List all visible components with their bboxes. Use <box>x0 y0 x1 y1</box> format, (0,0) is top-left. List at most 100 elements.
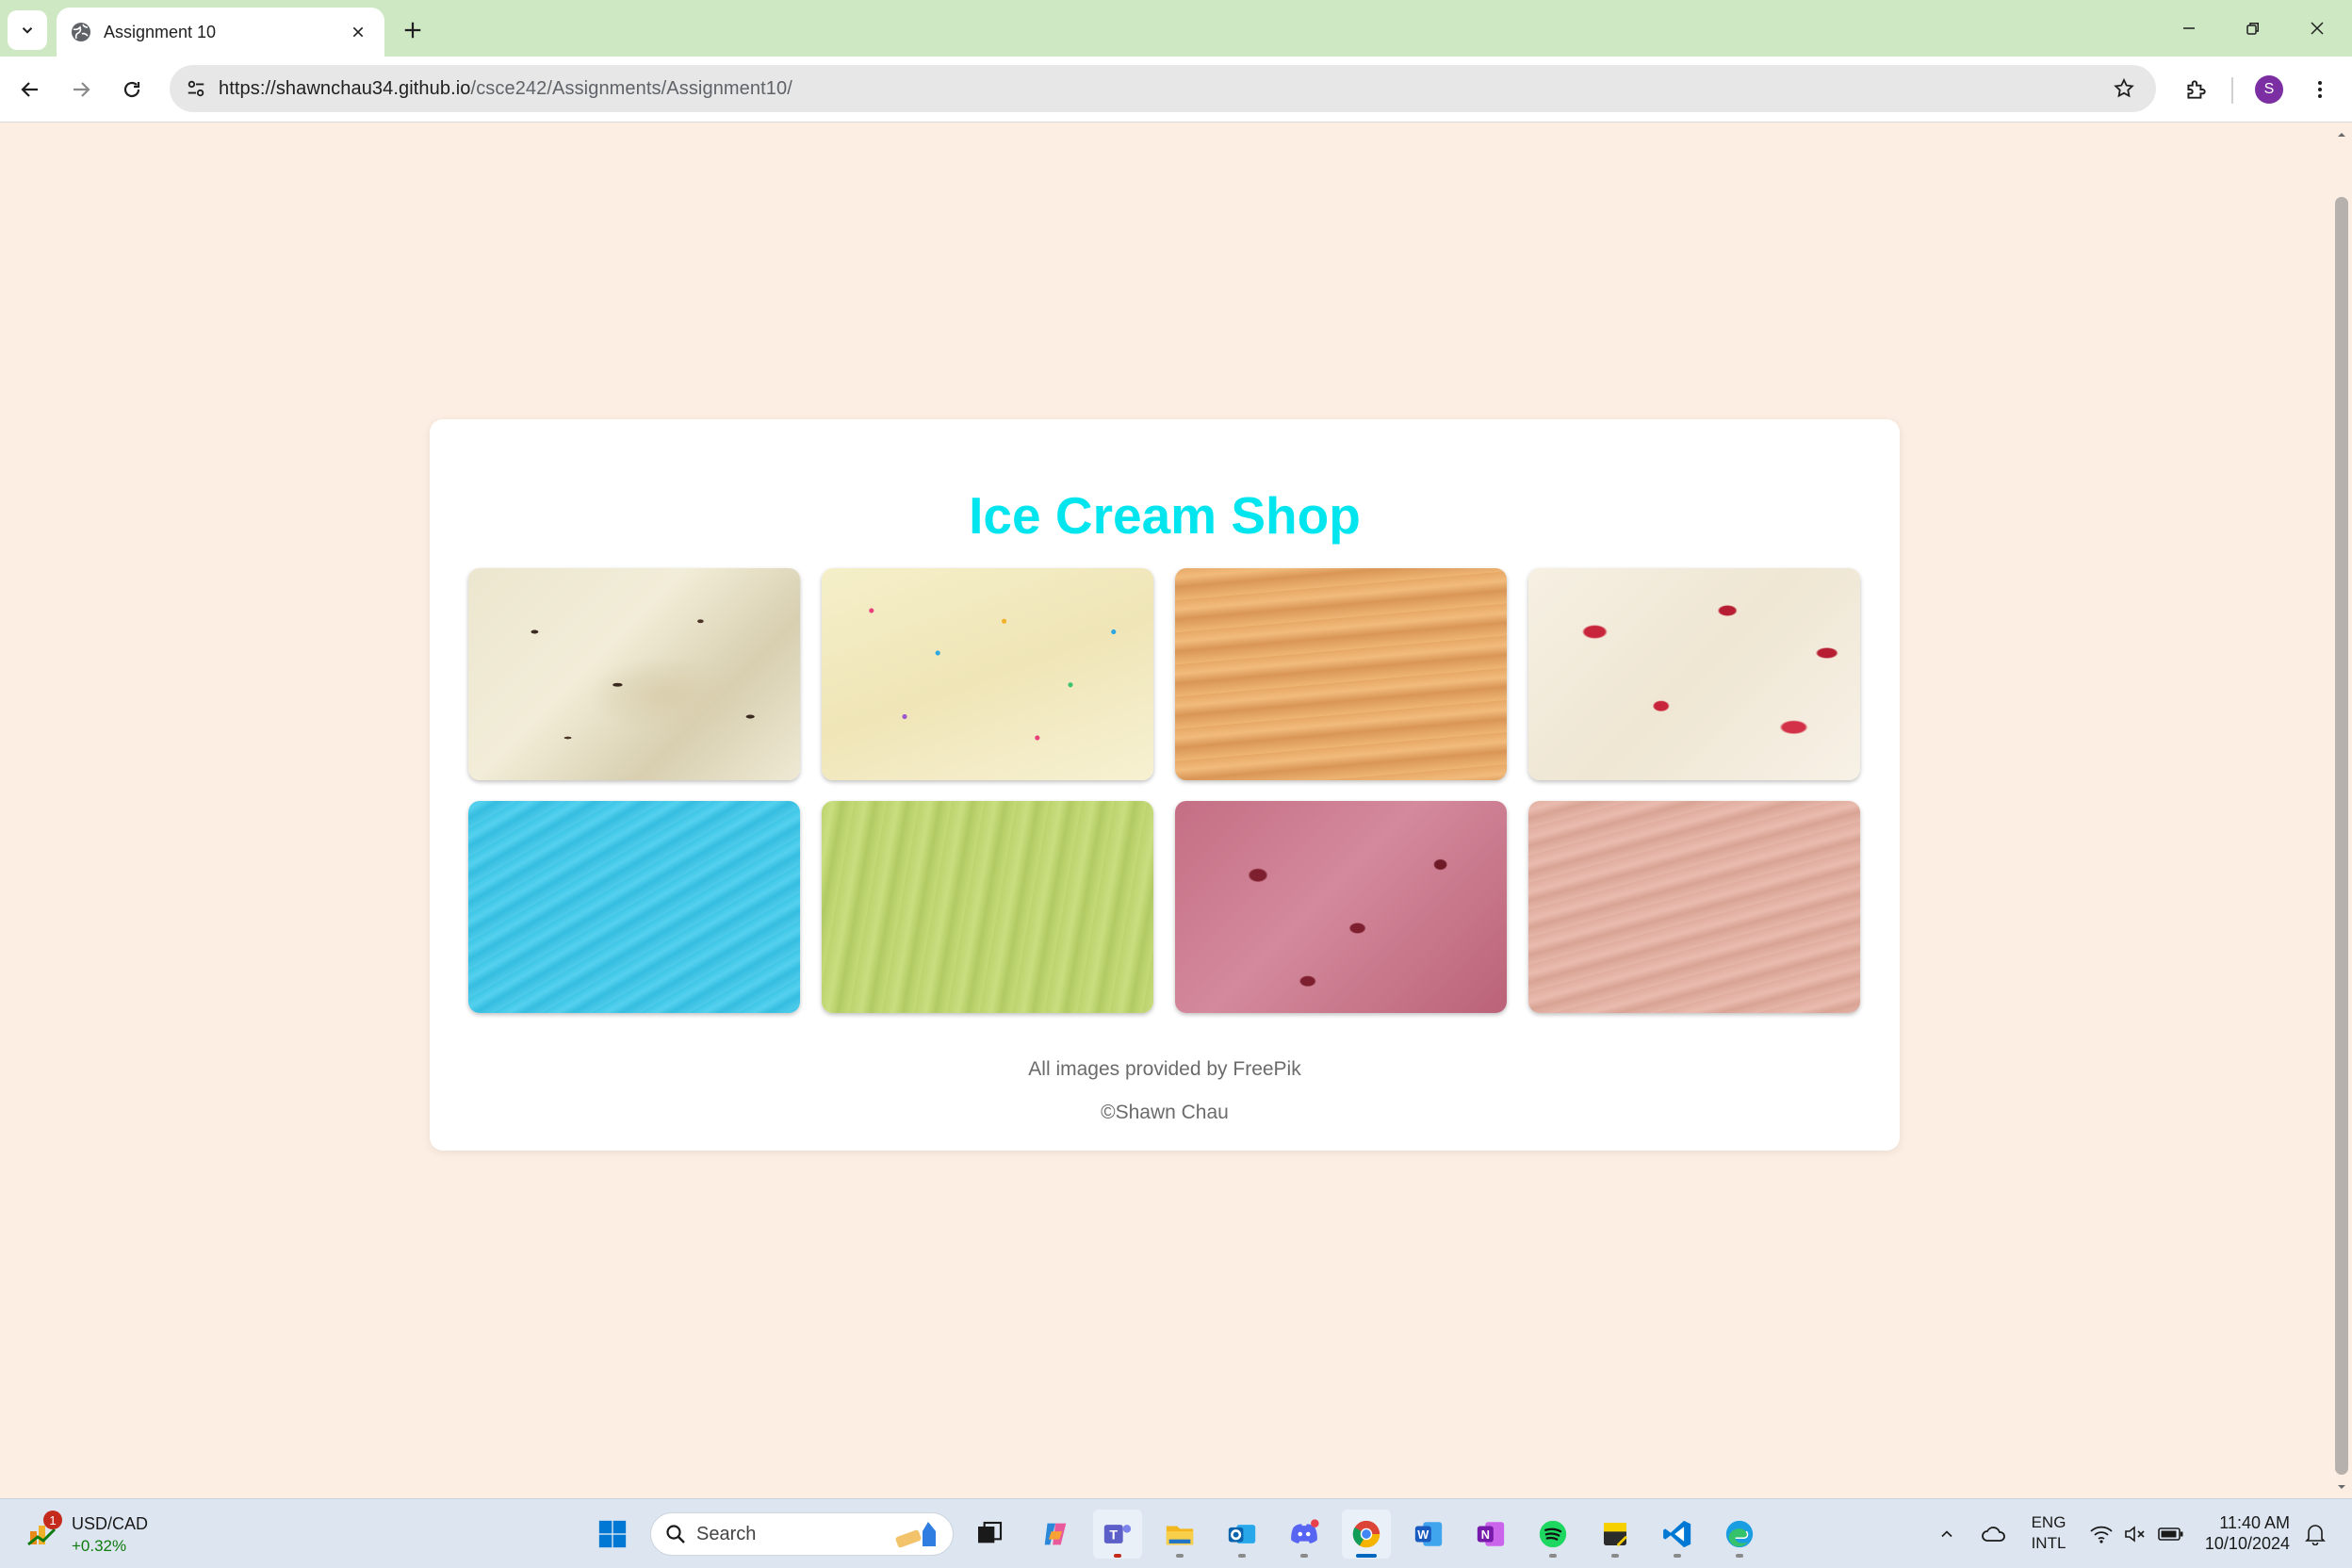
forward-button[interactable] <box>62 71 100 108</box>
menu-button[interactable] <box>2299 69 2341 110</box>
restore-button[interactable] <box>2222 8 2284 49</box>
flavor-image-berry-swirl <box>1528 568 1860 780</box>
search-icon <box>666 1525 685 1544</box>
globe-icon <box>72 23 90 41</box>
chrome-active-indicator <box>1356 1554 1377 1558</box>
reload-button[interactable] <box>113 71 151 108</box>
taskbar: 1 USD/CAD +0.32% Search T W N ENG INTL 1… <box>0 1498 2352 1568</box>
discord-button[interactable] <box>1280 1510 1329 1559</box>
edge-button[interactable] <box>1715 1510 1764 1559</box>
windows-logo-icon <box>598 1520 627 1548</box>
shop-card: Ice Cream Shop All images provided by Fr… <box>430 419 1900 1151</box>
tab-title: Assignment 10 <box>104 22 217 41</box>
taskbar-search[interactable]: Search <box>650 1512 954 1556</box>
task-view-button[interactable] <box>965 1510 1014 1559</box>
new-tab-button[interactable] <box>396 13 430 47</box>
system-clock[interactable]: 11:40 AM 10/10/2024 <box>2196 1512 2290 1554</box>
copyright: ©Shawn Chau <box>1101 1102 1229 1123</box>
file-explorer-button[interactable] <box>1155 1510 1204 1559</box>
page-viewport: Ice Cream Shop All images provided by Fr… <box>0 123 2331 1498</box>
svg-text:W: W <box>1417 1527 1429 1542</box>
chrome-icon <box>1352 1520 1380 1548</box>
close-window-button[interactable] <box>2286 8 2348 49</box>
search-highlight-icon <box>895 1522 936 1548</box>
clock-date: 10/10/2024 <box>2204 1534 2290 1553</box>
spotify-running-indicator <box>1549 1554 1557 1558</box>
bookmark-star-icon[interactable] <box>2103 68 2145 109</box>
tab-search-button[interactable] <box>8 10 47 50</box>
scroll-up-arrow-icon[interactable] <box>2336 129 2347 140</box>
address-bar[interactable]: https://shawnchau34.github.io/csce242/As… <box>170 65 2156 112</box>
notification-badge: 1 <box>43 1511 62 1529</box>
search-label: Search <box>696 1523 757 1544</box>
folder-icon <box>1166 1526 1194 1545</box>
teams-running-indicator <box>1114 1554 1121 1558</box>
sticky-notes-button[interactable] <box>1591 1510 1640 1559</box>
flavor-image-pistachio <box>822 801 1153 1013</box>
tab-assignment-10[interactable]: Assignment 10 <box>57 8 384 57</box>
wifi-button[interactable] <box>2084 1511 2118 1558</box>
tab-strip: Assignment 10 <box>0 0 2352 57</box>
plus-icon <box>404 22 421 39</box>
vscode-running-indicator <box>1674 1554 1681 1558</box>
show-hidden-icons-button[interactable] <box>1932 1511 1962 1558</box>
flavor-gallery <box>468 568 1861 1013</box>
volume-button[interactable] <box>2118 1511 2152 1558</box>
flavor-image-caramel <box>1175 568 1507 780</box>
close-tab-icon[interactable] <box>345 19 371 45</box>
extensions-button[interactable] <box>2175 69 2216 110</box>
puzzle-icon <box>2187 80 2206 99</box>
sticky-notes-icon <box>1604 1523 1627 1546</box>
arrow-right-icon <box>74 82 90 97</box>
flavor-image-cherry <box>1175 801 1507 1013</box>
page-title: Ice Cream Shop <box>969 486 1361 545</box>
explorer-running-indicator <box>1176 1554 1184 1558</box>
copilot-icon <box>1044 1523 1067 1545</box>
url-text: https://shawnchau34.github.io/csce242/As… <box>219 78 2103 100</box>
minimize-icon <box>2183 27 2195 29</box>
outlook-running-indicator <box>1238 1554 1246 1558</box>
browser-toolbar: https://shawnchau34.github.io/csce242/As… <box>0 57 2352 122</box>
edge-icon <box>1725 1520 1754 1548</box>
onedrive-button[interactable] <box>1975 1511 2013 1558</box>
keyboard-layout: INTL <box>2031 1534 2066 1552</box>
currency-widget[interactable]: 1 USD/CAD +0.32% <box>23 1511 164 1558</box>
vscode-icon <box>1663 1520 1691 1548</box>
cloud-icon <box>1982 1527 2005 1542</box>
outlook-button[interactable] <box>1217 1510 1266 1559</box>
spotify-button[interactable] <box>1528 1510 1577 1559</box>
restore-icon <box>2246 23 2259 35</box>
chrome-button[interactable] <box>1342 1510 1391 1559</box>
scroll-down-arrow-icon[interactable] <box>2336 1481 2347 1493</box>
scroll-thumb[interactable] <box>2335 197 2348 1475</box>
chevron-down-icon <box>22 27 33 34</box>
input-language[interactable]: ENG INTL <box>2026 1512 2071 1554</box>
image-credit: All images provided by FreePik <box>1028 1058 1301 1080</box>
flavor-image-chocolate-chip <box>468 568 800 780</box>
flavor-image-strawberry <box>1528 801 1860 1013</box>
word-icon: W <box>1414 1522 1443 1546</box>
word-button[interactable]: W <box>1404 1510 1453 1559</box>
vscode-button[interactable] <box>1653 1510 1702 1559</box>
battery-button[interactable] <box>2152 1511 2190 1558</box>
spotify-icon <box>1539 1520 1567 1548</box>
widget-value: +0.32% <box>72 1537 127 1555</box>
minimize-button[interactable] <box>2158 8 2220 49</box>
notifications-button[interactable] <box>2299 1511 2331 1558</box>
discord-icon <box>1291 1519 1319 1544</box>
back-button[interactable] <box>11 71 49 108</box>
arrow-left-icon <box>21 82 38 97</box>
teams-icon: T <box>1103 1525 1132 1544</box>
teams-button[interactable]: T <box>1093 1510 1142 1559</box>
url-host: https://shawnchau34.github.io <box>219 77 471 99</box>
battery-icon <box>2158 1527 2183 1541</box>
onenote-button[interactable]: N <box>1466 1510 1515 1559</box>
close-icon <box>2311 22 2324 35</box>
outlook-icon <box>1228 1525 1256 1544</box>
site-info-icon[interactable] <box>173 65 219 112</box>
start-button[interactable] <box>588 1510 637 1559</box>
profile-button[interactable]: S <box>2248 69 2290 110</box>
toolbar-divider <box>2231 77 2233 104</box>
page-scrollbar[interactable] <box>2331 123 2352 1498</box>
copilot-button[interactable] <box>1031 1510 1080 1559</box>
